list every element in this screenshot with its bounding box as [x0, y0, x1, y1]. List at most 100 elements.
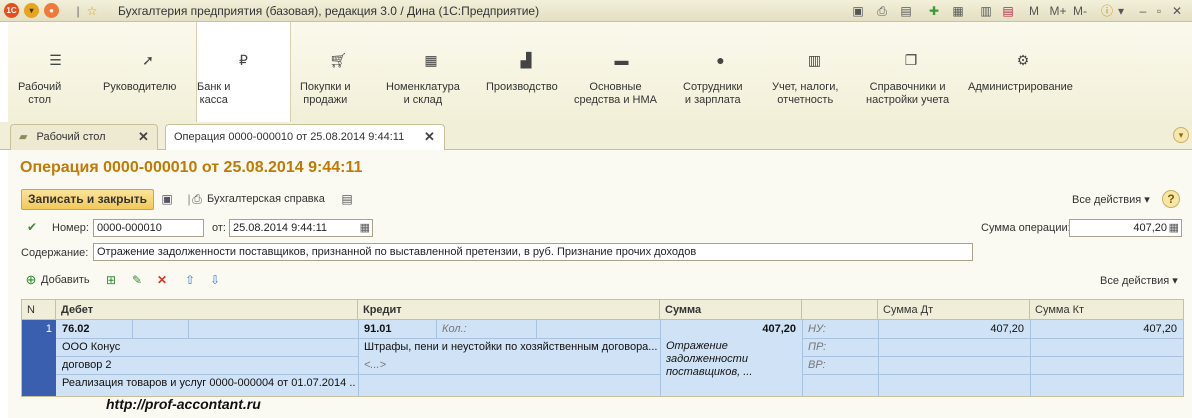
- debet-subconto-3[interactable]: Реализация товаров и услуг 0000-000004 о…: [58, 374, 356, 392]
- sum-field[interactable]: 407,20 ▦: [1069, 219, 1182, 237]
- section-staff[interactable]: ● Сотрудники и зарплата: [683, 22, 758, 122]
- print-icon[interactable]: ⎙: [190, 192, 204, 206]
- section-production[interactable]: ▟ Производство: [486, 22, 566, 122]
- posting-icon: ✔: [26, 220, 38, 234]
- sum-dt-value[interactable]: 407,20: [880, 320, 1028, 338]
- nu-label: НУ:: [808, 323, 826, 335]
- section-manager[interactable]: ➚ Руководителю: [103, 22, 193, 122]
- section-desktop[interactable]: ☰ Рабочий стол: [18, 22, 93, 122]
- vr-label: ВР:: [808, 359, 826, 371]
- section-taxes[interactable]: ▥ Учет, налоги, отчетность: [772, 22, 857, 122]
- memory-button[interactable]: M: [1028, 3, 1040, 19]
- header-sum-dt[interactable]: Сумма Дт: [878, 300, 1030, 320]
- chart-icon: ▥: [807, 52, 822, 68]
- calendar-icon[interactable]: ▤: [1000, 3, 1016, 19]
- header-nu[interactable]: [802, 300, 878, 320]
- copy-add-icon[interactable]: ⊞: [104, 273, 118, 287]
- section-bank[interactable]: ₽ Банк и касса: [196, 22, 291, 122]
- header-summa[interactable]: Сумма: [660, 300, 802, 320]
- kredit-account[interactable]: 91.01: [360, 320, 434, 338]
- favorite-add-icon[interactable]: ✚: [926, 3, 942, 19]
- section-purchases[interactable]: 🛒︎ Покупки и продажи: [300, 22, 375, 122]
- move-down-icon[interactable]: ⇩: [208, 273, 222, 287]
- desktop-icon: ▰: [19, 131, 28, 143]
- page-title: Операция 0000-000010 от 25.08.2014 9:44:…: [20, 159, 363, 176]
- calculator-icon[interactable]: ▦: [1169, 220, 1179, 236]
- debet-subconto-1[interactable]: ООО Конус: [58, 338, 356, 356]
- header-sum-kt[interactable]: Сумма Кт: [1030, 300, 1183, 320]
- memory-minus-button[interactable]: M-: [1070, 3, 1090, 19]
- close-window-button[interactable]: ✕: [1170, 3, 1184, 19]
- save-icon[interactable]: ▣: [160, 192, 174, 206]
- sum-label: Сумма операции:: [981, 222, 1071, 234]
- truck-icon: ▬: [614, 52, 629, 68]
- info-dropdown-icon[interactable]: ▾: [1116, 3, 1126, 19]
- row-number: 1: [45, 323, 52, 335]
- content-field[interactable]: Отражение задолженности поставщиков, при…: [93, 243, 973, 261]
- dropdown-circle-icon[interactable]: ▾: [24, 3, 39, 18]
- sum-kt-value[interactable]: 407,20: [1032, 320, 1181, 338]
- save-and-close-button[interactable]: Записать и закрыть: [21, 189, 154, 210]
- postings-table: N Дебет Кредит Сумма Сумма Дт Сумма Кт 1…: [21, 299, 1184, 397]
- content-label: Содержание:: [21, 247, 89, 259]
- header-kredit[interactable]: Кредит: [358, 300, 660, 320]
- tab-operation[interactable]: Операция 0000-000010 от 25.08.2014 9:44:…: [165, 124, 445, 151]
- section-nomenclature[interactable]: ▦ Номенклатура и склад: [386, 22, 476, 122]
- window-title: Бухгалтерия предприятия (базовая), редак…: [118, 4, 540, 18]
- help-icon[interactable]: ?: [1162, 190, 1180, 208]
- kredit-subconto-2[interactable]: <...>: [360, 356, 658, 374]
- kredit-quantity-label: Кол.:: [442, 323, 467, 335]
- section-directories[interactable]: ❐ Справочники и настройки учета: [866, 22, 956, 122]
- add-button[interactable]: Добавить: [41, 274, 90, 286]
- number-field[interactable]: 0000-000010: [93, 219, 204, 237]
- table-actions-menu[interactable]: Все действия ▾: [1100, 274, 1178, 287]
- app-logo-icon[interactable]: 1С: [4, 3, 19, 18]
- history-icon[interactable]: ▦: [950, 3, 966, 19]
- debet-subconto-2[interactable]: договор 2: [58, 356, 356, 374]
- date-label: от:: [212, 222, 226, 234]
- pr-label: ПР:: [808, 341, 827, 353]
- docs-icon: ❐: [904, 52, 918, 68]
- header-n[interactable]: N: [22, 300, 56, 320]
- tab-desktop[interactable]: ▰ Рабочий стол ✕: [10, 124, 158, 150]
- sections-panel: ☰ Рабочий стол ➚ Руководителю ₽ Банк и касс…: [8, 22, 1192, 122]
- minimize-button[interactable]: –: [1136, 3, 1150, 19]
- cart-icon: 🛒︎: [329, 52, 348, 68]
- trend-icon: ➚: [142, 52, 154, 68]
- factory-icon: ▟: [520, 52, 532, 68]
- home-circle-icon[interactable]: ●: [44, 3, 59, 18]
- move-up-icon[interactable]: ⇧: [183, 273, 197, 287]
- section-admin[interactable]: ⚙ Администрирование: [968, 22, 1078, 122]
- edit-icon[interactable]: ✎: [130, 273, 144, 287]
- summa-note[interactable]: Отражение задолженности поставщиков, ...: [662, 338, 772, 380]
- number-label: Номер:: [52, 222, 89, 234]
- title-bar: 1С ▾ ● | ☆ Бухгалтерия предприятия (базо…: [0, 0, 1192, 22]
- person-icon: ●: [716, 52, 725, 68]
- calendar-icon[interactable]: ▦: [360, 220, 370, 236]
- save-icon[interactable]: ▣: [850, 3, 866, 19]
- debet-account[interactable]: 76.02: [58, 320, 128, 338]
- delete-icon[interactable]: ✕: [155, 273, 169, 287]
- document-icon[interactable]: ▤: [340, 192, 354, 206]
- memory-plus-button[interactable]: M+: [1048, 3, 1068, 19]
- star-icon[interactable]: ☆: [84, 3, 100, 19]
- date-field[interactable]: 25.08.2014 9:44:11 ▦: [229, 219, 373, 237]
- preview-icon[interactable]: ▤: [898, 3, 914, 19]
- section-fixed-assets[interactable]: ▬ Основные средства и НМА: [574, 22, 669, 122]
- add-icon[interactable]: ⊕: [24, 273, 38, 287]
- header-debet[interactable]: Дебет: [56, 300, 358, 320]
- restore-button[interactable]: ▫: [1152, 3, 1166, 19]
- calculator-icon[interactable]: ▥: [978, 3, 994, 19]
- print-icon[interactable]: ⎙: [874, 3, 890, 19]
- gear-icon: ⚙: [1016, 52, 1030, 68]
- close-icon[interactable]: ✕: [424, 125, 435, 149]
- kredit-subconto-1[interactable]: Штрафы, пени и неустойки по хозяйственны…: [360, 338, 658, 356]
- summa-value[interactable]: 407,20: [662, 320, 800, 338]
- close-icon[interactable]: ✕: [138, 125, 149, 149]
- tab-bar: ▰ Рабочий стол ✕ Операция 0000-000010 от…: [0, 122, 1192, 151]
- table-header: N Дебет Кредит Сумма Сумма Дт Сумма Кт: [22, 300, 1183, 320]
- info-icon[interactable]: ⓘ: [1100, 3, 1114, 19]
- all-actions-menu[interactable]: Все действия ▾: [1072, 193, 1150, 206]
- accounting-report-button[interactable]: Бухгалтерская справка: [207, 193, 325, 205]
- tabs-menu-icon[interactable]: ▾: [1173, 127, 1189, 143]
